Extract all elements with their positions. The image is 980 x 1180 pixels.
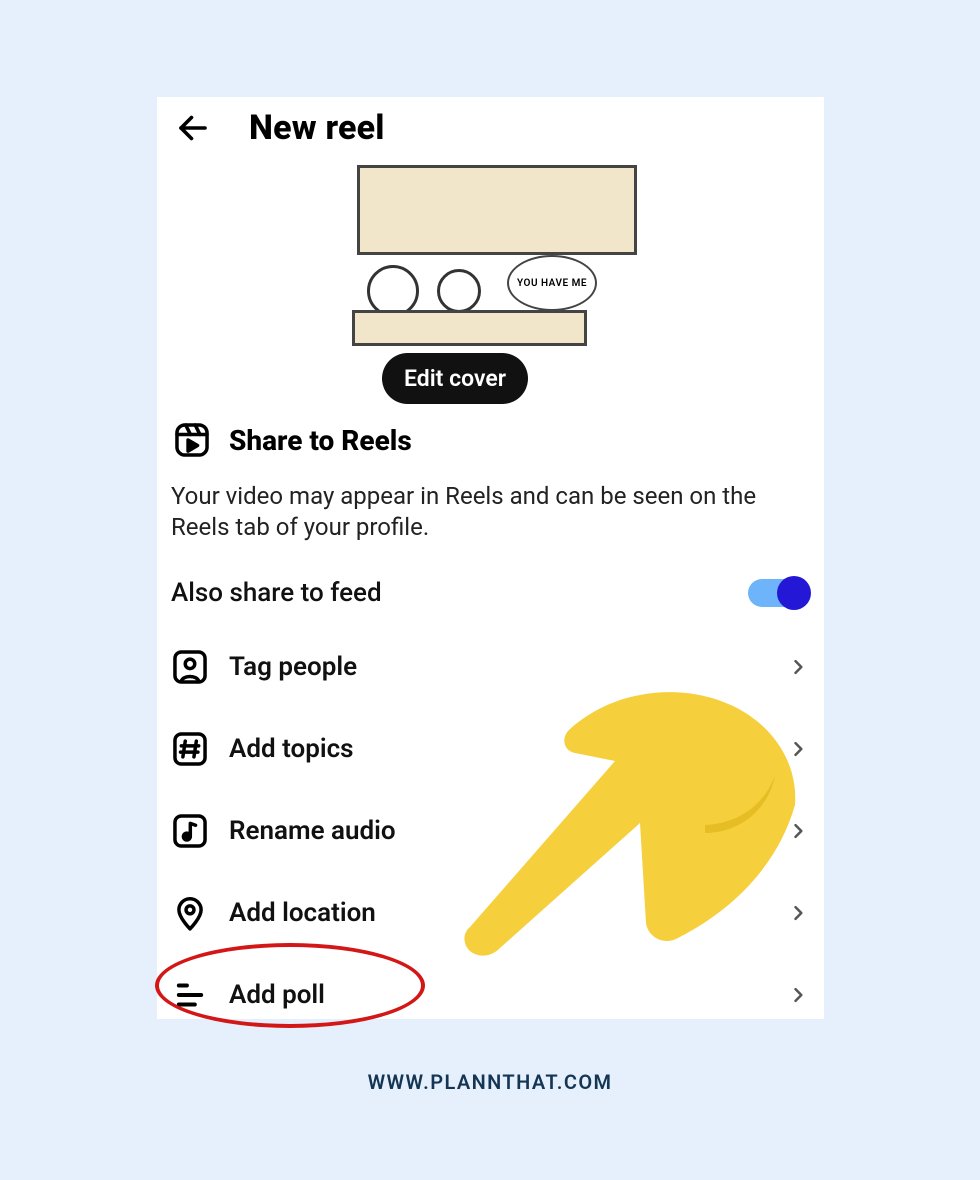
chevron-right-icon: [788, 739, 808, 759]
option-rename-audio[interactable]: Rename audio: [157, 790, 824, 872]
option-label: Tag people: [229, 652, 788, 682]
chevron-right-icon: [788, 657, 808, 677]
speech-bubble: YOU HAVE ME: [507, 255, 597, 311]
cover-illustration: [437, 269, 481, 313]
share-to-reels-row: Share to Reels: [157, 395, 824, 467]
edit-cover-button[interactable]: Edit cover: [382, 353, 528, 404]
option-add-topics[interactable]: Add topics: [157, 708, 824, 790]
arrow-left-icon: [175, 110, 211, 146]
chevron-right-icon: [788, 903, 808, 923]
chevron-right-icon: [788, 985, 808, 1005]
new-reel-screen: New reel YOU HAVE ME Edit cover Share to…: [157, 97, 824, 1019]
option-add-poll[interactable]: Add poll: [157, 954, 824, 1019]
also-share-to-feed-row: Also share to feed: [157, 542, 824, 626]
reels-icon: [173, 421, 211, 459]
feed-toggle[interactable]: [748, 579, 808, 607]
cover-preview: YOU HAVE ME Edit cover: [157, 155, 824, 395]
also-share-to-feed-label: Also share to feed: [171, 578, 382, 608]
chevron-right-icon: [788, 821, 808, 841]
hashtag-icon: [171, 730, 209, 768]
person-icon: [171, 648, 209, 686]
share-description: Your video may appear in Reels and can b…: [157, 467, 824, 542]
music-icon: [171, 812, 209, 850]
header-bar: New reel: [157, 97, 824, 155]
page-title: New reel: [249, 108, 385, 148]
option-label: Add topics: [229, 734, 788, 764]
option-label: Add location: [229, 898, 788, 928]
back-button[interactable]: [171, 106, 215, 150]
option-tag-people[interactable]: Tag people: [157, 626, 824, 708]
cover-illustration: [357, 165, 637, 255]
poll-icon: [171, 976, 209, 1014]
footer-url: WWW.PLANNTHAT.COM: [0, 1070, 980, 1094]
option-label: Rename audio: [229, 816, 788, 846]
cover-illustration: [352, 310, 587, 346]
location-pin-icon: [171, 894, 209, 932]
option-label: Add poll: [229, 980, 788, 1010]
share-to-reels-title: Share to Reels: [229, 424, 412, 457]
option-add-location[interactable]: Add location: [157, 872, 824, 954]
